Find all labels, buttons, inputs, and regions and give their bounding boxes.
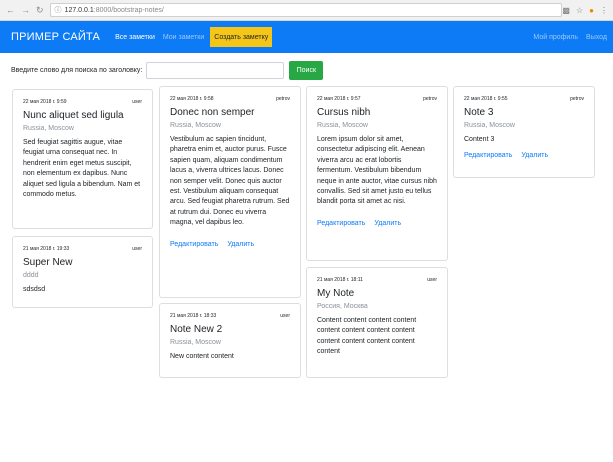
search-button[interactable]: Поиск xyxy=(289,61,324,80)
delete-link[interactable]: Удалить xyxy=(521,152,548,159)
back-icon[interactable]: ← xyxy=(6,5,15,15)
note-actions: Редактировать Удалить xyxy=(464,152,584,159)
address-bar[interactable]: ⓘ 127.0.0.1:8000/bootstrap-notes/ xyxy=(49,3,563,17)
note-text: New content content xyxy=(170,353,234,360)
search-label: Введите слово для поиска по заголовку: xyxy=(11,67,143,74)
note-user: user xyxy=(132,99,142,105)
note-date: 22 мая 2018 г. 9:58 xyxy=(170,96,214,102)
note-location: Russia, Moscow xyxy=(170,122,221,129)
translate-icon[interactable]: ▩ xyxy=(562,6,570,15)
note-user: user xyxy=(132,246,142,252)
note-date: 22 мая 2018 г. 9:59 xyxy=(23,99,67,105)
note-text: Content content content content content … xyxy=(317,317,417,356)
delete-link[interactable]: Удалить xyxy=(374,220,401,227)
note-user: petrov xyxy=(423,96,437,102)
url-path: :8000/bootstrap-notes/ xyxy=(93,6,164,14)
note-text: sdsdsd xyxy=(23,286,46,293)
nav-my-notes[interactable]: Мои заметки xyxy=(159,21,208,53)
note-location: dddd xyxy=(23,272,39,279)
site-navbar: ПРИМЕР САЙТА Все заметки Мои заметки Соз… xyxy=(0,21,613,53)
note-date: 21 мая 2018 г. 19:33 xyxy=(23,246,70,252)
star-icon[interactable]: ☆ xyxy=(576,6,583,15)
note-text: Sed feugiat sagittis augue, vitae feugia… xyxy=(23,139,141,199)
note-date: 22 мая 2018 г. 9:57 xyxy=(317,96,361,102)
note-card: 21 мая 2018 г. 18:33 user Note New 2 Russ… xyxy=(159,303,301,378)
note-user: petrov xyxy=(276,96,290,102)
nav-right: Мой профиль Выход xyxy=(533,34,613,41)
browser-tools: ▩ ☆ ● ⋮ xyxy=(562,6,613,15)
create-note-button[interactable]: Создать заметку xyxy=(210,27,273,47)
note-card: 21 мая 2018 г. 19:33 user Super New dddd … xyxy=(12,236,153,308)
note-location: Russia, Moscow xyxy=(170,339,221,346)
note-card: 21 мая 2018 г. 18:11 user My Note Россия,… xyxy=(306,267,448,378)
note-location: Russia, Moscow xyxy=(464,122,515,129)
note-title: Nunc aliquet sed ligula xyxy=(23,110,124,121)
note-location: Россия, Москва xyxy=(317,303,368,310)
reload-icon[interactable]: ↻ xyxy=(36,5,44,16)
note-actions: Редактировать Удалить xyxy=(170,241,290,248)
menu-icon[interactable]: ⋮ xyxy=(600,6,608,15)
nav-all-notes[interactable]: Все заметки xyxy=(111,21,159,53)
site-brand[interactable]: ПРИМЕР САЙТА xyxy=(11,31,100,43)
note-title: Super New xyxy=(23,257,73,268)
note-user: user xyxy=(427,277,437,283)
browser-nav: ← → ↻ xyxy=(0,5,44,16)
url-host: 127.0.0.1 xyxy=(64,6,94,14)
edit-link[interactable]: Редактировать xyxy=(170,241,218,248)
note-card: 22 мая 2018 г. 9:55 petrov Note 3 Russia,… xyxy=(453,86,595,178)
note-location: Russia, Moscow xyxy=(23,125,74,132)
note-user: petrov xyxy=(570,96,584,102)
note-title: My Note xyxy=(317,288,355,299)
note-user: user xyxy=(280,313,290,319)
note-text: Lorem ipsum dolor sit amet, consectetur … xyxy=(317,136,437,206)
browser-toolbar: ← → ↻ ⓘ 127.0.0.1:8000/bootstrap-notes/ … xyxy=(0,0,613,21)
delete-link[interactable]: Удалить xyxy=(227,241,254,248)
note-title: Donec non semper xyxy=(170,107,255,118)
note-date: 21 мая 2018 г. 18:11 xyxy=(317,277,363,283)
note-title: Note 3 xyxy=(464,107,494,118)
note-actions: Редактировать Удалить xyxy=(317,220,437,227)
nav-logout[interactable]: Выход xyxy=(586,34,607,41)
note-location: Russia, Moscow xyxy=(317,122,368,129)
note-date: 21 мая 2018 г. 18:33 xyxy=(170,313,217,319)
info-icon[interactable]: ⓘ xyxy=(55,5,62,15)
note-date: 22 мая 2018 г. 9:55 xyxy=(464,96,508,102)
note-card: 22 мая 2018 г. 9:59 user Nunc aliquet sed… xyxy=(12,89,153,229)
note-text: Vestibulum ac sapien tincidunt, pharetra… xyxy=(170,136,290,227)
edit-link[interactable]: Редактировать xyxy=(317,220,365,227)
note-title: Cursus nibh xyxy=(317,107,371,118)
nav-profile[interactable]: Мой профиль xyxy=(533,34,578,41)
note-text: Content 3 xyxy=(464,136,495,143)
note-title: Note New 2 xyxy=(170,324,223,335)
forward-icon[interactable]: → xyxy=(21,5,30,15)
search-input[interactable] xyxy=(146,62,285,79)
extension-icon[interactable]: ● xyxy=(589,6,594,15)
note-card: 22 мая 2018 г. 9:58 petrov Donec non semp… xyxy=(159,86,301,298)
edit-link[interactable]: Редактировать xyxy=(464,152,512,159)
search-form: Введите слово для поиска по заголовку: П… xyxy=(11,61,324,80)
note-card: 22 мая 2018 г. 9:57 petrov Cursus nibh Ru… xyxy=(306,86,448,261)
